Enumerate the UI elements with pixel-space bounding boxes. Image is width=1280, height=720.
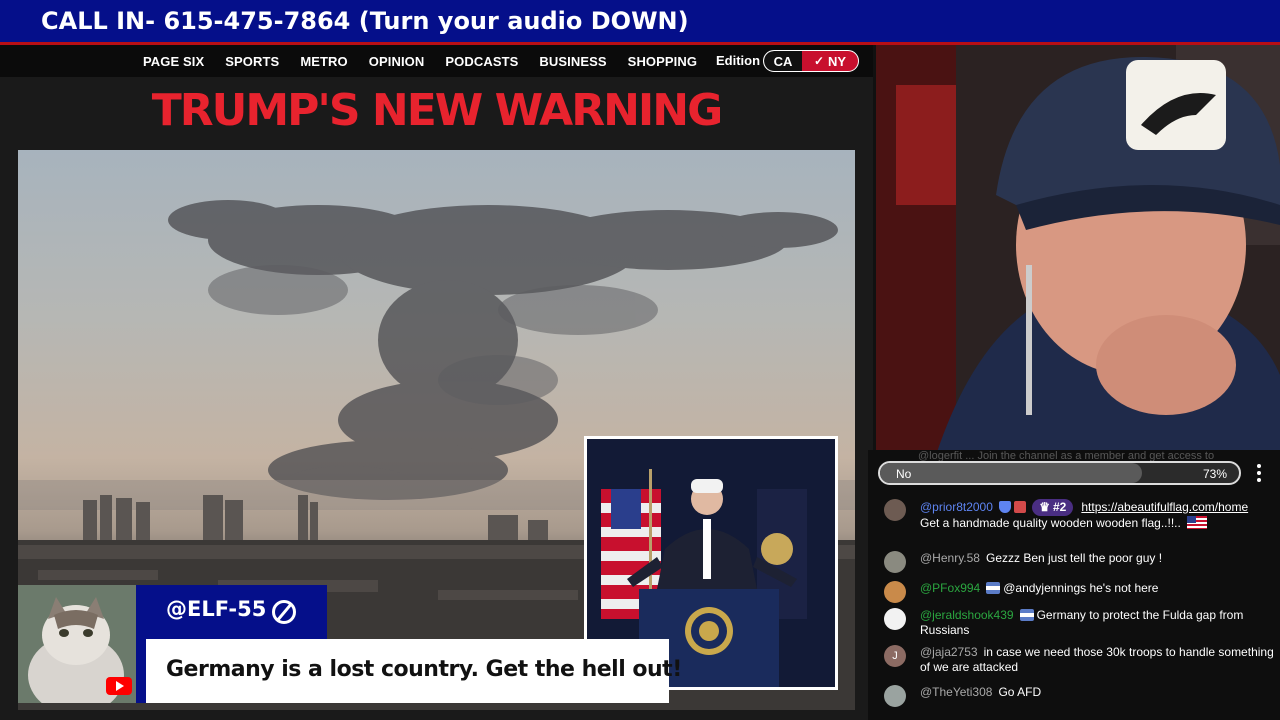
chat-text: Get a handmade quality wooden wooden fla…: [920, 516, 1181, 530]
nav-item-page-six[interactable]: PAGE SIX: [143, 54, 204, 69]
member-badge-icon: [986, 582, 1001, 594]
superchat-message: Germany is a lost country. Get the hell …: [166, 657, 682, 682]
call-in-banner: CALL IN- 615-475-7864 (Turn your audio D…: [0, 0, 1280, 42]
live-chat: @logerfit ... Join the channel as a memb…: [868, 450, 1280, 720]
avatar: [884, 608, 906, 630]
edition-label: Edition: [716, 53, 761, 68]
checkmark-icon: ✓: [813, 54, 824, 68]
avatar: [884, 551, 906, 573]
avatar: [884, 581, 906, 603]
chat-author[interactable]: @prior8t2000: [920, 500, 993, 514]
nav-item-sports[interactable]: SPORTS: [225, 54, 279, 69]
youtube-icon: [106, 677, 132, 695]
superchat-avatar: [18, 585, 136, 703]
rank-badge: ♛ #2: [1032, 499, 1074, 516]
nav-item-podcasts[interactable]: PODCASTS: [445, 54, 518, 69]
chat-author[interactable]: @jeraldshook439: [920, 608, 1014, 622]
edition-ny-label: NY: [828, 53, 847, 69]
edition-ca-option[interactable]: CA: [764, 51, 802, 71]
article-headline: TRUMP'S NEW WARNING: [151, 85, 724, 136]
poll-fill: [880, 463, 1143, 483]
stream-layout: CALL IN- 615-475-7864 (Turn your audio D…: [0, 0, 1280, 720]
nav-item-metro[interactable]: METRO: [300, 54, 347, 69]
chat-message: @jeraldshook439 Germany to protect the Fu…: [882, 608, 1274, 638]
poll-percentage: 73%: [1202, 467, 1227, 481]
chat-message: J @jaja2753 in case we need those 30k tro…: [882, 645, 1274, 675]
poll-option-label: No: [896, 467, 912, 481]
edition-ny-option[interactable]: ✓ NY: [802, 51, 858, 71]
chat-author[interactable]: @TheYeti308: [920, 685, 992, 699]
avatar-letter: J: [892, 650, 898, 662]
chat-text: @andyjennings he's not here: [1003, 581, 1159, 595]
poll-result-bar[interactable]: No 73%: [878, 461, 1241, 485]
crown-icon: ♛: [1039, 500, 1050, 514]
edition-ca-label: CA: [773, 53, 793, 69]
member-badge-icon: [1019, 609, 1034, 621]
avatar: [884, 499, 906, 521]
nav-item-opinion[interactable]: OPINION: [369, 54, 425, 69]
edition-toggle[interactable]: CA ✓ NY: [763, 50, 859, 72]
chat-author[interactable]: @PFox994: [920, 581, 980, 595]
call-in-text: CALL IN- 615-475-7864 (Turn your audio D…: [41, 7, 689, 35]
chat-text: Go AFD: [998, 685, 1042, 699]
more-options-icon[interactable]: [1256, 464, 1262, 482]
chat-message: @Henry.58 Gezzz Ben just tell the poor gu…: [882, 551, 1274, 573]
superchat-username: @ELF-55: [166, 597, 267, 621]
avatar: J: [884, 645, 906, 667]
avatar: [884, 685, 906, 707]
moderator-badge-icon: [998, 501, 1011, 513]
chat-message: @prior8t2000 ♛ #2 https://abeautifulflag.c…: [882, 499, 1274, 531]
chat-message: @TheYeti308 Go AFD: [882, 685, 1274, 707]
chat-link[interactable]: https://abeautifulflag.com/home: [1081, 500, 1248, 514]
us-flag-icon: [1186, 516, 1207, 529]
host-webcam: [876, 45, 1280, 455]
rank-label: #2: [1053, 500, 1067, 514]
nav-item-business[interactable]: BUSINESS: [539, 54, 606, 69]
nav-item-shopping[interactable]: SHOPPING: [628, 54, 697, 69]
news-navbar: PAGE SIX SPORTS METRO OPINION PODCASTS B…: [0, 45, 873, 77]
chat-author[interactable]: @Henry.58: [920, 551, 980, 565]
nav-menu: PAGE SIX SPORTS METRO OPINION PODCASTS B…: [143, 45, 718, 77]
chat-author[interactable]: @jaja2753: [920, 645, 978, 659]
superchat-accent-bar: [136, 639, 146, 703]
prohibited-icon: [272, 600, 296, 624]
chat-message: @PFox994 @andyjennings he's not here: [882, 581, 1274, 603]
superchat-name-bar: @ELF-55: [136, 585, 327, 639]
superchat-message-box: Germany is a lost country. Get the hell …: [146, 639, 682, 703]
chat-text: Gezzz Ben just tell the poor guy !: [985, 551, 1163, 565]
member-badge-icon: [1013, 501, 1026, 513]
